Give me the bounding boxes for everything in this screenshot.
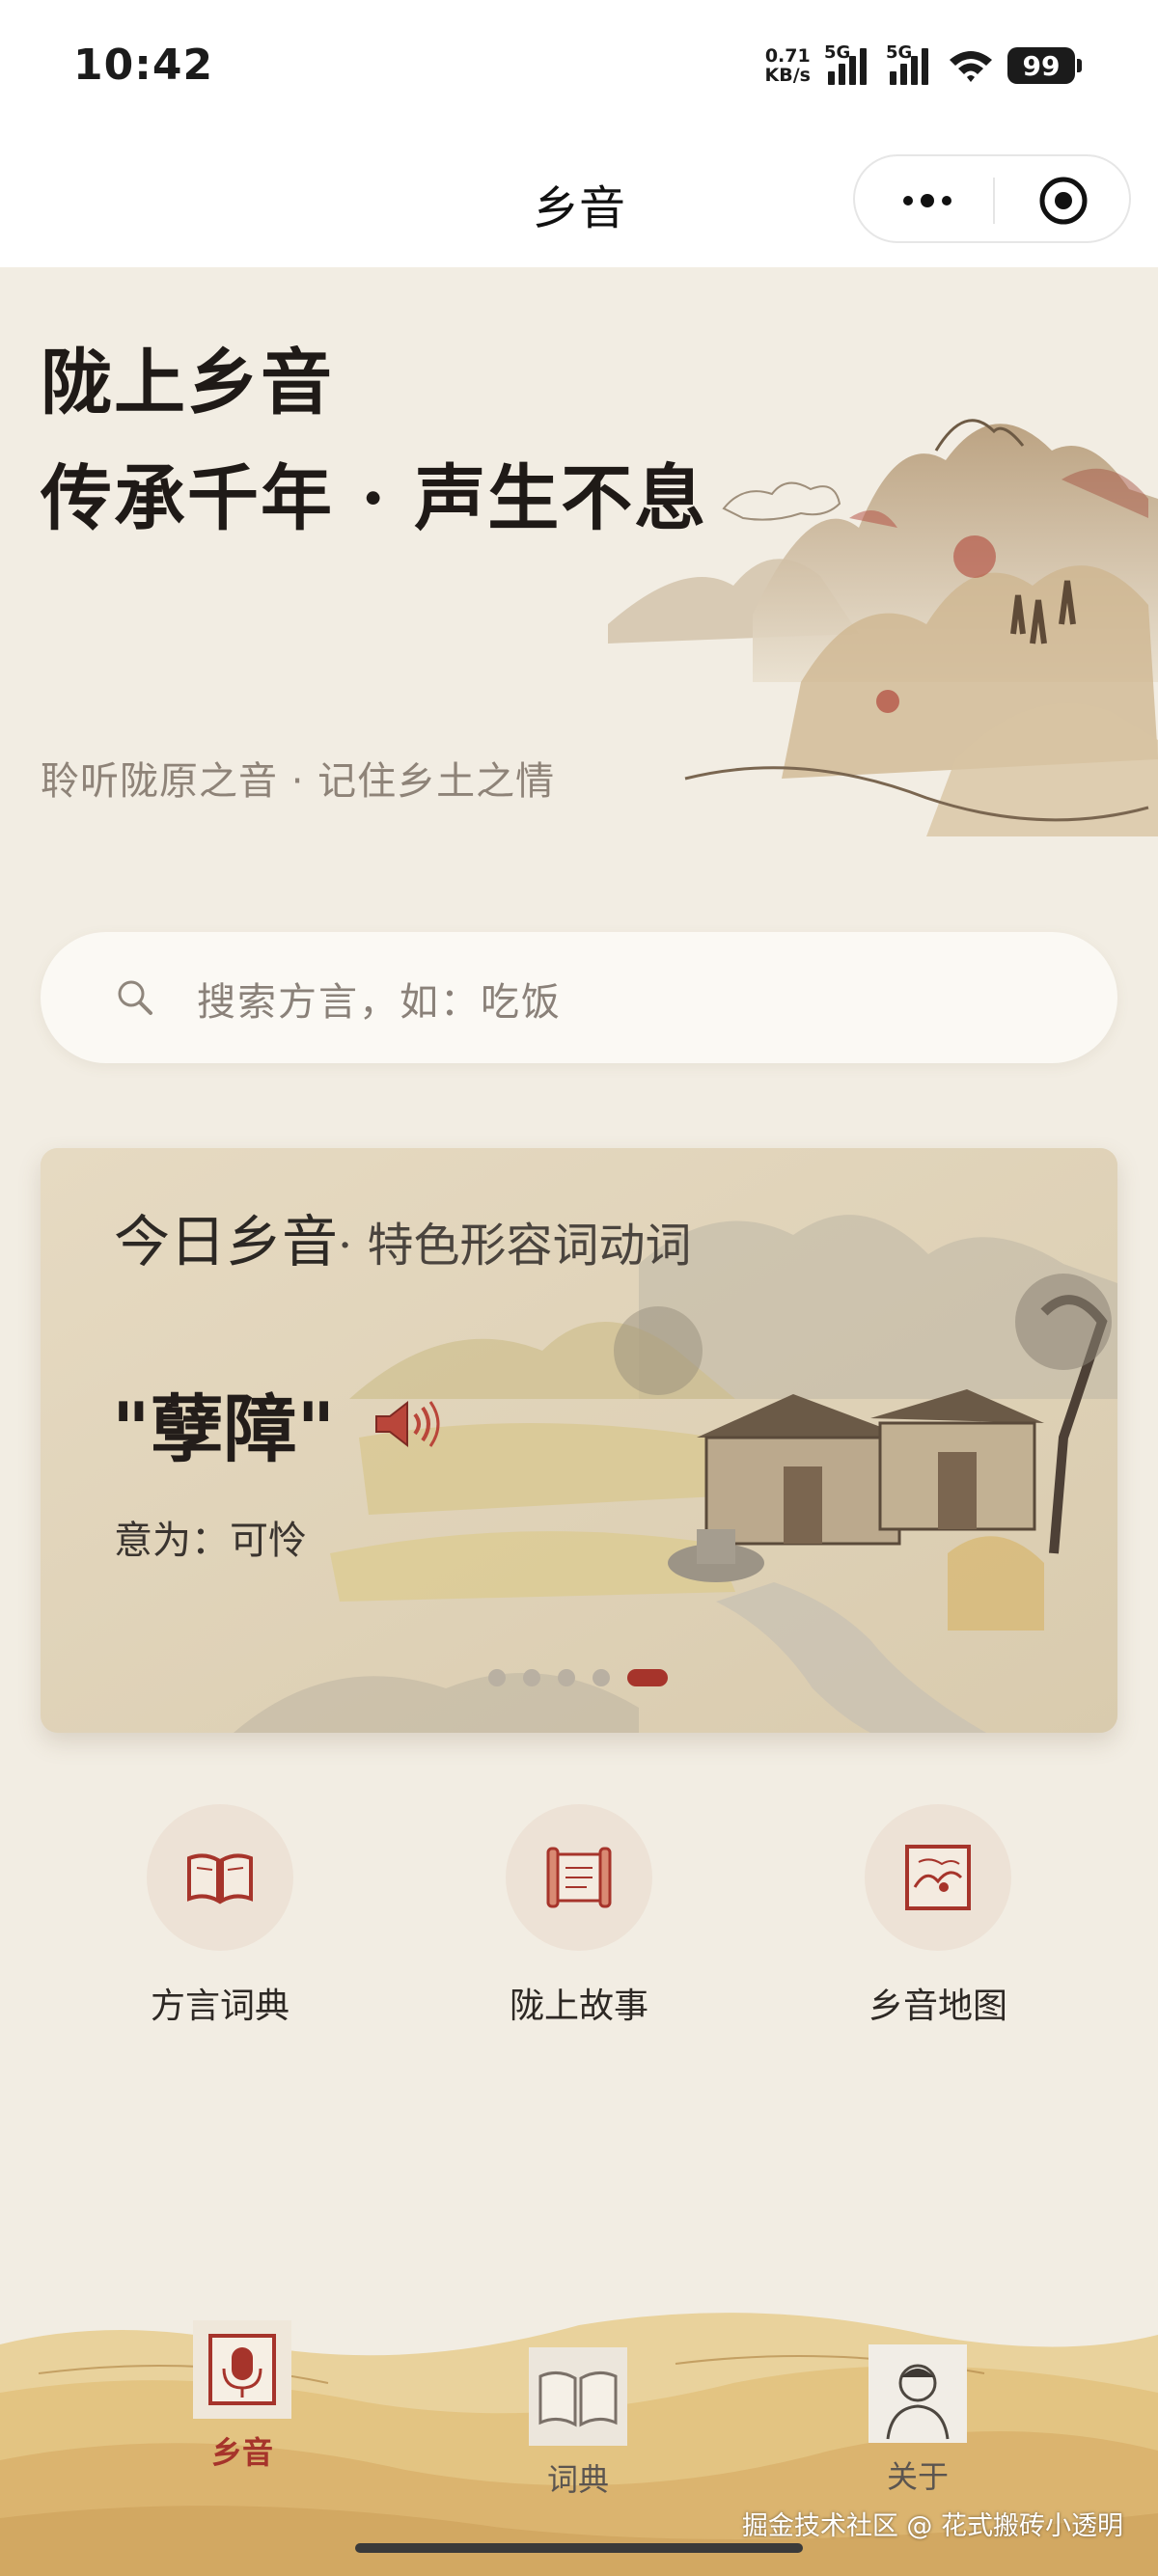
feature-label: 方言词典 <box>150 1987 290 2026</box>
daily-heading-category: · 特色形容词动词 <box>338 1219 692 1273</box>
speaker-play-icon[interactable] <box>372 1395 444 1453</box>
daily-dialect-card[interactable]: 今日乡音· 特色形容词动词 "孽障" 意为：可怜 <box>41 1148 1117 1733</box>
battery-level: 99 <box>1022 49 1061 82</box>
hero-banner: 陇上乡音 传承千年 · 声生不息 聆听陇原之音 · 记住乡土之情 <box>0 267 1158 923</box>
carousel-dot[interactable] <box>627 1669 668 1686</box>
book-icon <box>187 1853 253 1905</box>
carousel-dot[interactable] <box>593 1669 610 1686</box>
dialect-word: "孽障" <box>112 1386 336 1472</box>
wifi-icon <box>950 51 992 82</box>
more-menu-button[interactable] <box>884 178 971 224</box>
search-icon <box>118 980 152 1015</box>
feature-dictionary[interactable]: 方言词典 <box>109 1804 331 2028</box>
signal-sim2-icon: 5G <box>886 42 934 85</box>
map-icon <box>905 1845 971 1910</box>
sim2-network-type: 5G <box>886 42 913 63</box>
network-speed-unit: KB/s <box>764 65 811 86</box>
feature-icon-circle <box>865 1804 1011 1951</box>
carousel-indicator[interactable] <box>488 1669 668 1686</box>
book-icon <box>529 2347 627 2446</box>
feature-label: 乡音地图 <box>868 1987 1007 2026</box>
daily-heading-title: 今日乡音 <box>114 1209 339 1274</box>
status-bar: 10:42 0.71 KB/s 5G 5G 99 <box>0 0 1158 135</box>
carousel-dot[interactable] <box>558 1669 575 1686</box>
dot-icon <box>942 196 951 206</box>
feature-label: 陇上故事 <box>509 1987 648 2026</box>
home-indicator[interactable] <box>355 2543 803 2553</box>
dot-icon <box>921 194 934 207</box>
search-input[interactable]: 搜索方言，如：吃饭 <box>197 971 562 1027</box>
capsule-divider <box>993 178 995 224</box>
daily-heading: 今日乡音· 特色形容词动词 <box>114 1196 692 1277</box>
tab-label: 乡音 <box>210 2434 273 2471</box>
network-speed-value: 0.71 <box>764 45 811 67</box>
tab-label: 词典 <box>546 2461 609 2498</box>
battery-icon: 99 <box>1007 47 1082 84</box>
microphone-icon <box>193 2320 291 2419</box>
tab-label: 关于 <box>886 2458 949 2495</box>
status-icons: 0.71 KB/s 5G 5G 99 <box>765 41 1082 91</box>
watermark: 掘金技术社区 @ 花式搬砖小透明 <box>741 2511 1123 2541</box>
carousel-dot[interactable] <box>523 1669 540 1686</box>
network-speed: 0.71 KB/s <box>765 46 811 85</box>
search-bar[interactable]: 搜索方言，如：吃饭 <box>41 932 1117 1063</box>
hero-title-line2: 传承千年 · 声生不息 <box>41 457 708 540</box>
feature-map[interactable]: 乡音地图 <box>827 1804 1049 2028</box>
hero-subtitle: 聆听陇原之音 · 记住乡土之情 <box>41 759 556 804</box>
dot-icon <box>903 196 913 206</box>
hero-title-line1: 陇上乡音 <box>41 342 334 425</box>
carousel-dot[interactable] <box>488 1669 506 1686</box>
dialect-meaning: 意为：可怜 <box>114 1519 307 1563</box>
feature-icon-circle <box>506 1804 652 1951</box>
status-time: 10:42 <box>73 41 214 90</box>
tab-dictionary[interactable]: 词典 <box>525 2347 631 2500</box>
tab-home[interactable]: 乡音 <box>189 2320 295 2473</box>
scroll-icon <box>546 1847 612 1908</box>
signal-sim1-icon: 5G <box>824 42 872 85</box>
feature-stories[interactable]: 陇上故事 <box>468 1804 690 2028</box>
tab-about[interactable]: 关于 <box>865 2344 971 2497</box>
sim1-network-type: 5G <box>824 42 851 63</box>
close-target-icon[interactable] <box>1036 174 1090 228</box>
avatar-portrait-icon <box>868 2344 967 2443</box>
feature-icon-circle <box>147 1804 293 1951</box>
nav-bar: 乡音 <box>0 135 1158 267</box>
mini-program-capsule <box>853 154 1131 243</box>
